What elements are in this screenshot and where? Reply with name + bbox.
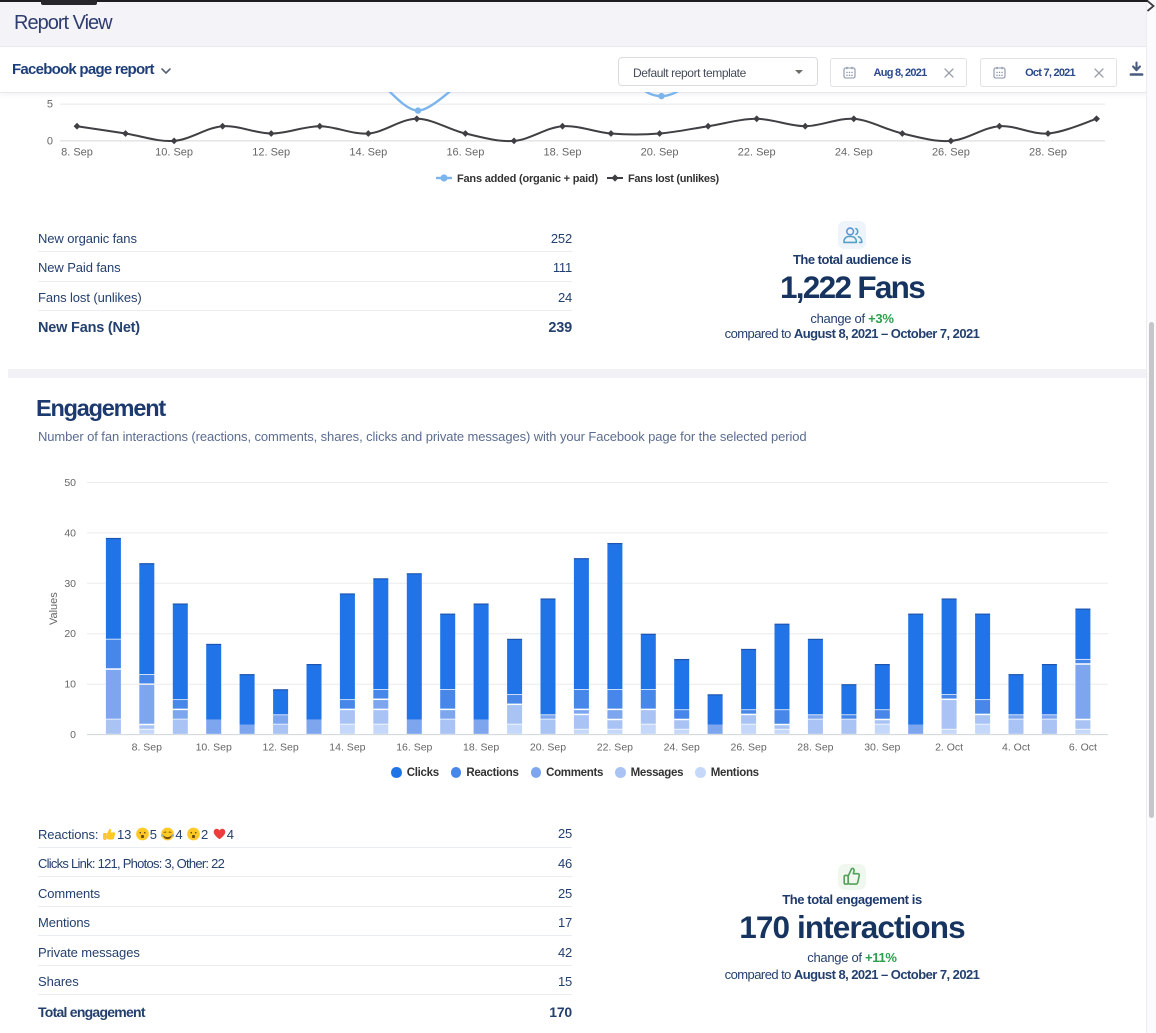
svg-text:18. Sep: 18. Sep bbox=[544, 146, 582, 158]
svg-text:6. Oct: 6. Oct bbox=[1069, 742, 1097, 754]
svg-text:16. Sep: 16. Sep bbox=[446, 146, 484, 158]
svg-text:24. Sep: 24. Sep bbox=[835, 146, 873, 158]
svg-text:10. Sep: 10. Sep bbox=[155, 146, 193, 158]
svg-text:26. Sep: 26. Sep bbox=[932, 146, 970, 158]
svg-text:4. Oct: 4. Oct bbox=[1002, 742, 1030, 754]
svg-text:10: 10 bbox=[64, 679, 76, 691]
svg-text:24. Sep: 24. Sep bbox=[664, 742, 700, 754]
svg-text:14. Sep: 14. Sep bbox=[329, 742, 365, 754]
svg-text:30: 30 bbox=[64, 578, 76, 590]
svg-text:28. Sep: 28. Sep bbox=[1029, 146, 1067, 158]
svg-text:20. Sep: 20. Sep bbox=[641, 146, 679, 158]
svg-text:8. Sep: 8. Sep bbox=[61, 146, 93, 158]
svg-text:50: 50 bbox=[64, 477, 76, 489]
svg-text:26. Sep: 26. Sep bbox=[730, 742, 766, 754]
svg-text:30. Sep: 30. Sep bbox=[864, 742, 900, 754]
svg-text:28. Sep: 28. Sep bbox=[797, 742, 833, 754]
svg-text:0: 0 bbox=[47, 135, 53, 147]
svg-text:14. Sep: 14. Sep bbox=[349, 146, 387, 158]
svg-text:5: 5 bbox=[47, 99, 53, 111]
svg-text:22. Sep: 22. Sep bbox=[738, 146, 776, 158]
svg-text:22. Sep: 22. Sep bbox=[597, 742, 633, 754]
svg-text:18. Sep: 18. Sep bbox=[463, 742, 499, 754]
svg-text:12. Sep: 12. Sep bbox=[262, 742, 298, 754]
svg-text:0: 0 bbox=[70, 729, 76, 741]
svg-text:Fans added (organic + paid): Fans added (organic + paid) bbox=[457, 173, 599, 185]
svg-text:Values: Values bbox=[48, 592, 60, 625]
svg-text:Fans lost (unlikes): Fans lost (unlikes) bbox=[628, 173, 720, 185]
svg-text:20. Sep: 20. Sep bbox=[530, 742, 566, 754]
svg-text:20: 20 bbox=[64, 628, 76, 640]
svg-text:2. Oct: 2. Oct bbox=[935, 742, 963, 754]
svg-text:16. Sep: 16. Sep bbox=[396, 742, 432, 754]
svg-text:8. Sep: 8. Sep bbox=[132, 742, 163, 754]
svg-text:12. Sep: 12. Sep bbox=[252, 146, 290, 158]
svg-text:40: 40 bbox=[64, 527, 76, 539]
svg-text:10. Sep: 10. Sep bbox=[196, 742, 232, 754]
